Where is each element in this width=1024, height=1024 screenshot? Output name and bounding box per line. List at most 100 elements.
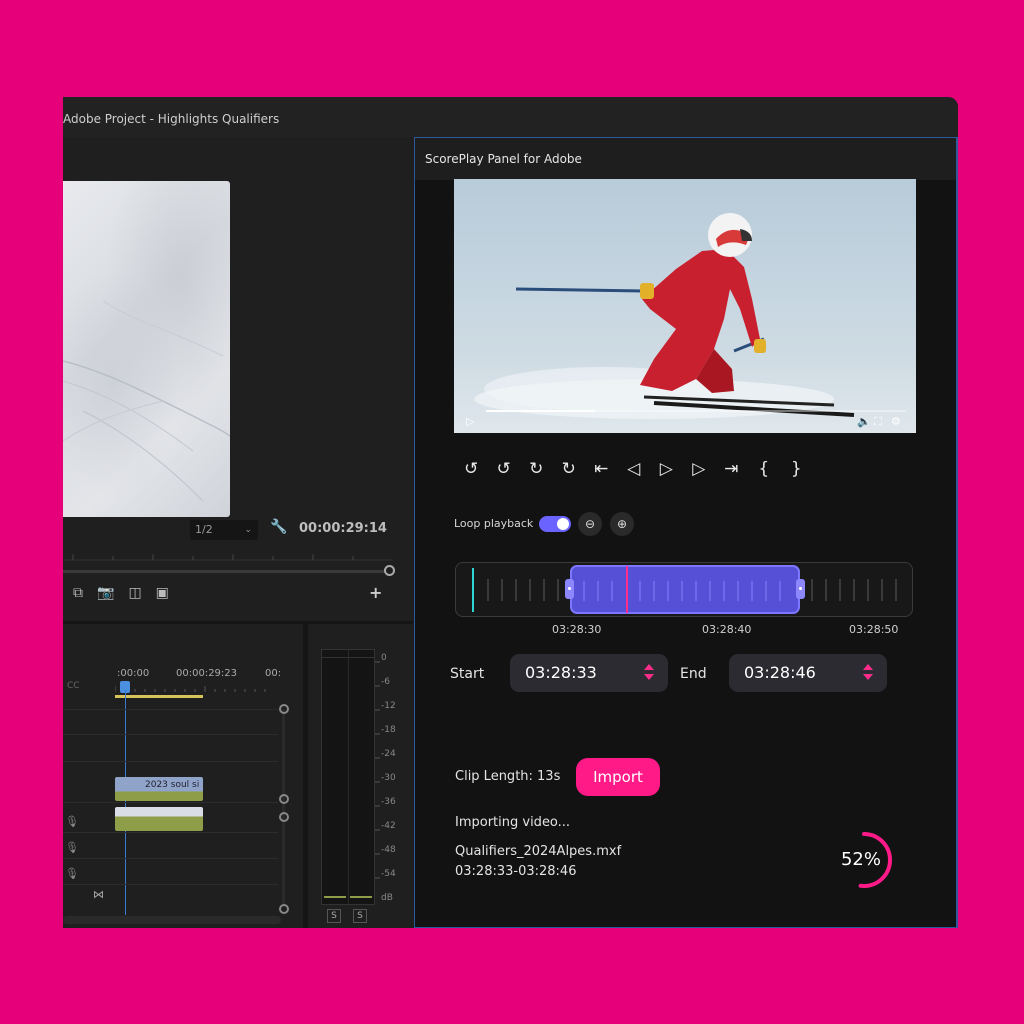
video-progress-bar[interactable] [486, 410, 906, 412]
playhead-cursor[interactable] [626, 566, 628, 613]
monitor-ruler [63, 554, 393, 561]
meter-scale-label: -30 [381, 773, 396, 783]
meter-scale-label: -48 [381, 845, 396, 855]
meter-scale-label: -54 [381, 869, 396, 879]
step-forward-icon[interactable]: ▷ [683, 459, 716, 479]
meter-scale-label: dB [381, 893, 393, 903]
skier-frame [474, 213, 855, 419]
timeline-panel: CC :00:00 00:00:29:23 00: 2023 soul si 🎙… [63, 624, 303, 928]
current-position-cursor[interactable] [472, 568, 474, 612]
loop-playback-label: Loop playback [454, 517, 534, 530]
range-end-handle[interactable] [796, 579, 805, 599]
scrollbar-handle[interactable] [279, 812, 289, 822]
range-tick-label: 03:28:40 [702, 623, 752, 636]
go-to-in-icon[interactable]: ⇤ [585, 459, 618, 479]
play-icon[interactable]: ▷ [466, 415, 474, 428]
range-start-handle[interactable] [565, 579, 574, 599]
mark-in-icon[interactable]: { [748, 459, 781, 479]
add-button[interactable]: + [369, 583, 382, 602]
overlay-icon[interactable]: ▣ [156, 585, 169, 601]
loop-playback-toggle[interactable] [539, 516, 571, 532]
window-title: Adobe Project - Highlights Qualifiers [63, 97, 958, 137]
timeline-horizontal-scrollbar[interactable] [63, 916, 281, 924]
range-selector[interactable] [455, 562, 913, 617]
scrubber-handle[interactable] [384, 565, 395, 576]
start-time-value: 03:28:33 [525, 663, 597, 682]
scrollbar-handle[interactable] [279, 904, 289, 914]
work-area-bar[interactable] [115, 695, 203, 698]
clip-length: Clip Length: 13s [455, 769, 561, 784]
meter-scale-label: -24 [381, 749, 396, 759]
import-status: Importing video... [455, 815, 571, 830]
stepper-arrows-icon[interactable] [644, 664, 654, 682]
monitor-toolbar: ⧉ 📷 ◫ ▣ [73, 585, 169, 601]
premiere-workspace: 1/2 ⌄ 🔧 00:00:29:14 ⧉ 📷 ◫ ▣ + CC :00:00 … [63, 137, 413, 928]
audio-clip[interactable] [115, 807, 203, 831]
panel-divider [303, 624, 308, 928]
selected-range-ticks [583, 581, 781, 601]
track-divider [63, 832, 278, 833]
solo-left-button[interactable]: S [327, 909, 341, 923]
end-time-value: 03:28:46 [744, 663, 816, 682]
timeline-time-start: :00:00 [117, 668, 150, 679]
import-file-range: 03:28:33-03:28:46 [455, 864, 577, 879]
microphone-icon[interactable]: 🎙 [65, 867, 79, 880]
zoom-select[interactable]: 1/2 ⌄ [190, 520, 258, 540]
bowtie-icon[interactable]: ⋈ [93, 888, 104, 901]
scrollbar-handle[interactable] [279, 704, 289, 714]
import-button[interactable]: Import [576, 758, 660, 796]
selected-range[interactable] [570, 565, 800, 614]
rewind-5-icon[interactable]: ↺ [455, 459, 488, 479]
track-divider [63, 802, 278, 803]
end-time-field[interactable]: 03:28:46 [729, 654, 887, 692]
lift-icon[interactable]: ⧉ [73, 585, 83, 601]
meter-scale-label: 0 [381, 653, 387, 663]
import-progress-text: 52% [840, 849, 881, 870]
rewind-10-icon[interactable]: ↺ [488, 459, 521, 479]
zoom-out-icon[interactable]: ⊖ [578, 512, 602, 536]
timeline-time-mid: 00:00:29:23 [176, 668, 238, 679]
forward-10-icon[interactable]: ↻ [520, 459, 553, 479]
forward-5-icon[interactable]: ↻ [553, 459, 586, 479]
step-back-icon[interactable]: ◁ [618, 459, 651, 479]
meter-scale-label: -6 [381, 677, 390, 687]
wrench-icon[interactable]: 🔧 [270, 519, 287, 535]
audio-meter [321, 649, 375, 905]
scrollbar-handle[interactable] [279, 794, 289, 804]
end-label: End [680, 666, 707, 682]
zoom-in-icon[interactable]: ⊕ [610, 512, 634, 536]
microphone-icon[interactable]: 🎙 [65, 841, 79, 854]
solo-right-button[interactable]: S [353, 909, 367, 923]
video-clip-label: 2023 soul si [145, 780, 200, 790]
video-clip[interactable]: 2023 soul si [115, 777, 203, 801]
monitor-scrubber[interactable] [63, 570, 385, 573]
go-to-out-icon[interactable]: ⇥ [715, 459, 748, 479]
range-tick-label: 03:28:50 [849, 623, 899, 636]
video-player[interactable]: ▷ 🔈 ⛶ ⚙ [454, 179, 916, 433]
volume-icon[interactable]: 🔈 [857, 415, 871, 428]
import-file-name: Qualifiers_2024Alpes.mxf [455, 844, 622, 859]
start-time-field[interactable]: 03:28:33 [510, 654, 668, 692]
meter-scale-label: -12 [381, 701, 396, 711]
play-icon[interactable]: ▷ [650, 459, 683, 479]
settings-icon[interactable]: ⚙ [891, 415, 901, 428]
meter-channel-divider [348, 650, 349, 904]
camera-icon[interactable]: 📷 [97, 585, 114, 601]
fullscreen-icon[interactable]: ⛶ [874, 415, 882, 429]
mark-out-icon[interactable]: } [780, 459, 813, 479]
meter-ticks [375, 661, 380, 879]
program-monitor-preview [63, 181, 230, 517]
track-divider [63, 709, 278, 710]
compare-icon[interactable]: ◫ [128, 585, 141, 601]
premiere-window: Adobe Project - Highlights Qualifiers 1/… [63, 97, 958, 928]
timeline-vertical-scrollbar[interactable] [282, 709, 285, 904]
zoom-value: 1/2 [195, 523, 213, 536]
microphone-icon[interactable]: 🎙 [65, 815, 79, 828]
stepper-arrows-icon[interactable] [863, 664, 873, 682]
video-progress-fill [486, 410, 596, 412]
meter-scale-label: -18 [381, 725, 396, 735]
meter-scale-label: -36 [381, 797, 396, 807]
cc-label: CC [67, 681, 80, 691]
scoreplay-panel: ScorePlay Panel for Adobe ▷ 🔈 ⛶ ⚙ ↺ ↺ ↻ … [414, 137, 958, 928]
meter-level-left [324, 896, 346, 898]
